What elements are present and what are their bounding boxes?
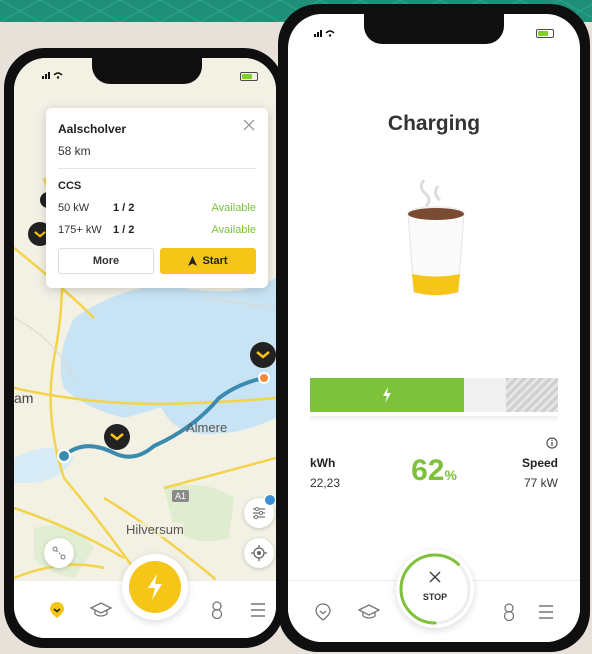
route-button[interactable] xyxy=(44,538,74,568)
station-marker-icon[interactable] xyxy=(104,424,130,450)
charge-progress-fill xyxy=(310,378,464,412)
start-button-label: Start xyxy=(202,255,228,267)
map-label-hilversum: Hilversum xyxy=(126,522,184,537)
stop-button[interactable]: STOP xyxy=(396,550,474,628)
map-label-almere: Almere xyxy=(186,420,228,435)
close-icon xyxy=(429,571,441,583)
stop-label: STOP xyxy=(422,592,448,602)
charger-status: Available xyxy=(211,202,256,214)
signal-wifi-icon xyxy=(314,28,336,39)
map-pin-tab-icon[interactable] xyxy=(48,601,66,619)
route-icon xyxy=(52,546,66,560)
sliders-icon xyxy=(253,507,265,519)
charge-progress-bar xyxy=(310,378,558,412)
divider xyxy=(58,168,256,169)
navigation-arrow-icon xyxy=(188,256,198,266)
charger-power: 175+ kW xyxy=(58,224,102,236)
menu-icon[interactable] xyxy=(538,605,554,619)
charge-button[interactable] xyxy=(122,554,188,620)
station-name: Aalscholver xyxy=(58,122,127,136)
info-icon[interactable] xyxy=(546,436,558,449)
graduation-cap-icon[interactable] xyxy=(89,602,113,618)
percent-value: 62 xyxy=(411,454,445,487)
station-popup: Aalscholver 58 km CCS 50 kW 1 / 2 Availa… xyxy=(46,108,268,288)
more-button[interactable]: More xyxy=(58,248,154,274)
menu-icon[interactable] xyxy=(250,603,266,617)
charger-row[interactable]: 50 kW 1 / 2 Available xyxy=(58,202,256,218)
map-label-am: am xyxy=(14,390,34,406)
close-icon[interactable] xyxy=(242,118,256,132)
charger-power: 50 kW xyxy=(58,202,90,214)
coffee-cup-icon xyxy=(407,179,465,296)
station-distance: 58 km xyxy=(58,144,91,158)
map-label-a1: A1 xyxy=(172,490,190,502)
filter-active-badge xyxy=(264,494,276,506)
battery-icon xyxy=(536,29,554,38)
page-title: Charging xyxy=(387,112,481,135)
phone-notch xyxy=(92,58,202,84)
left-phone: Almere Hilversum am A1 Aalscholver 58 km xyxy=(4,48,284,648)
battery-icon xyxy=(240,72,258,81)
progress-shadow xyxy=(310,416,558,422)
map-screen: Almere Hilversum am A1 Aalscholver 58 km xyxy=(14,58,276,638)
phone-notch xyxy=(364,14,504,44)
charging-screen: Charging kWh 22,23 62% Speed 77 kW STOP xyxy=(288,14,580,642)
lightning-icon xyxy=(148,574,162,600)
charger-count: 1 / 2 xyxy=(113,224,135,236)
percent-sign: % xyxy=(444,467,457,483)
charger-count: 1 / 2 xyxy=(113,202,135,214)
lightning-icon xyxy=(382,387,391,403)
station-marker-icon[interactable] xyxy=(250,342,276,368)
start-button[interactable]: Start xyxy=(160,248,256,274)
speed-label: Speed xyxy=(521,456,558,470)
charger-row[interactable]: 175+ kW 1 / 2 Available xyxy=(58,224,256,240)
more-button-label: More xyxy=(92,255,120,267)
right-phone: Charging kWh 22,23 62% Speed 77 kW STOP xyxy=(278,4,590,652)
connector-type: CCS xyxy=(58,180,82,192)
charge-limit-hatch xyxy=(506,378,558,412)
charger-status: Available xyxy=(211,224,256,236)
speed-value: 77 kW xyxy=(523,476,558,490)
graduation-cap-icon[interactable] xyxy=(357,604,381,620)
map-pin-tab-icon[interactable] xyxy=(314,603,332,621)
crosshair-icon xyxy=(251,545,267,561)
signal-wifi-icon xyxy=(42,70,64,81)
charge-progress-ring xyxy=(399,553,471,625)
user-icon[interactable] xyxy=(502,603,516,622)
locate-button[interactable] xyxy=(244,538,274,568)
user-icon[interactable] xyxy=(210,601,224,620)
